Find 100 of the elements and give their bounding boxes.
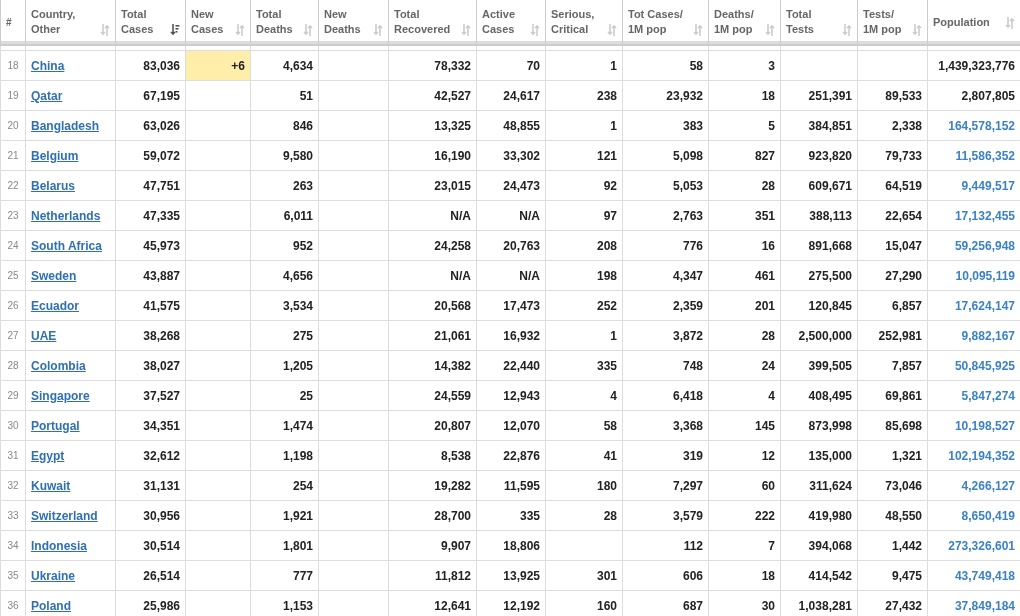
table-cell: 1,205 xyxy=(250,350,319,381)
table-cell: 38,268 xyxy=(115,320,186,351)
table-cell: 70 xyxy=(476,50,546,81)
table-cell: 25 xyxy=(250,380,319,411)
table-cell: 42,527 xyxy=(388,80,477,111)
table-cell: 85,698 xyxy=(857,410,928,441)
table-cell: 31,131 xyxy=(115,470,186,501)
sortable-column-header[interactable]: Total Cases xyxy=(115,0,186,45)
table-cell: 47,335 xyxy=(115,200,186,231)
table-cell: 22,654 xyxy=(857,200,928,231)
table-cell: 263 xyxy=(250,170,319,201)
table-cell: 5 xyxy=(708,110,781,141)
table-cell: 21,061 xyxy=(388,320,477,351)
table-cell: N/A xyxy=(476,200,546,231)
table-cell: 145 xyxy=(708,410,781,441)
table-cell: 120,845 xyxy=(780,290,858,321)
table-cell: 3,872 xyxy=(622,320,709,351)
table-cell: 47,751 xyxy=(115,170,186,201)
table-cell: 14,382 xyxy=(388,350,477,381)
sortable-column-header[interactable]: Tot Cases/ 1M pop xyxy=(622,0,709,45)
table-cell: 891,668 xyxy=(780,230,858,261)
table-cell: 461 xyxy=(708,260,781,291)
row-number: 18 xyxy=(0,50,26,81)
table-cell: 23,015 xyxy=(388,170,477,201)
sortable-column-header[interactable]: Deaths/ 1M pop xyxy=(708,0,781,45)
row-number: 19 xyxy=(0,80,26,111)
table-cell: 13,325 xyxy=(388,110,477,141)
table-cell: 399,505 xyxy=(780,350,858,381)
row-number: 23 xyxy=(0,200,26,231)
table-cell: 609,671 xyxy=(780,170,858,201)
table-cell: 923,820 xyxy=(780,140,858,171)
country-link[interactable]: China xyxy=(31,58,65,73)
table-cell: 351 xyxy=(708,200,781,231)
country-link[interactable]: Egypt xyxy=(31,448,65,463)
country-link[interactable]: Qatar xyxy=(31,88,63,103)
row-number: 30 xyxy=(0,410,26,441)
sortable-column-header[interactable]: Total Deaths xyxy=(250,0,319,45)
table-cell: 24,473 xyxy=(476,170,546,201)
table-cell: 198 xyxy=(545,260,623,291)
sortable-column-header[interactable]: Active Cases xyxy=(476,0,546,45)
table-cell: 7,297 xyxy=(622,470,709,501)
table-cell: 121 xyxy=(545,140,623,171)
table-cell: 20,763 xyxy=(476,230,546,261)
table-cell: 24,617 xyxy=(476,80,546,111)
sortable-column-header[interactable]: New Cases xyxy=(185,0,251,45)
table-cell: 112 xyxy=(622,530,709,561)
table-cell: 408,495 xyxy=(780,380,858,411)
sortable-column-header[interactable]: Country, Other xyxy=(25,0,116,45)
table-cell: 17,473 xyxy=(476,290,546,321)
table-cell: 78,332 xyxy=(388,50,477,81)
table-cell: 2,763 xyxy=(622,200,709,231)
table-cell: 34,351 xyxy=(115,410,186,441)
table-cell: 1 xyxy=(545,110,623,141)
table-cell: N/A xyxy=(388,260,477,291)
table-cell: 180 xyxy=(545,470,623,501)
table-cell: 222 xyxy=(708,500,781,531)
sortable-column-header[interactable]: New Deaths xyxy=(318,0,389,45)
table-cell: 4 xyxy=(545,380,623,411)
table-cell: 275 xyxy=(250,320,319,351)
table-cell: 388,113 xyxy=(780,200,858,231)
table-cell: 48,550 xyxy=(857,500,928,531)
table-cell: 311,624 xyxy=(780,470,858,501)
country-link[interactable]: UAE xyxy=(31,328,57,343)
table-cell: 748 xyxy=(622,350,709,381)
table-cell: 606 xyxy=(622,560,709,591)
row-number: 35 xyxy=(0,560,26,591)
table-cell: 6,011 xyxy=(250,200,319,231)
table-cell: 4,634 xyxy=(250,50,319,81)
table-cell: 24 xyxy=(708,350,781,381)
table-cell: 6,857 xyxy=(857,290,928,321)
table-cell: 6,418 xyxy=(622,380,709,411)
sortable-column-header[interactable]: Total Recovered xyxy=(388,0,477,45)
sortable-column-header[interactable]: Total Tests xyxy=(780,0,858,45)
row-number: 21 xyxy=(0,140,26,171)
table-cell: 4 xyxy=(708,380,781,411)
table-cell: 41 xyxy=(545,440,623,471)
sortable-column-header[interactable]: Tests/ 1M pop xyxy=(857,0,928,45)
table-cell: N/A xyxy=(476,260,546,291)
table-cell: 41,575 xyxy=(115,290,186,321)
new-cases-cell: +6 xyxy=(185,50,251,81)
table-cell: 846 xyxy=(250,110,319,141)
table-cell: 32,612 xyxy=(115,440,186,471)
table-cell: 63,026 xyxy=(115,110,186,141)
table-cell: 1,198 xyxy=(250,440,319,471)
table-cell: 251,391 xyxy=(780,80,858,111)
table-cell: 13,925 xyxy=(476,560,546,591)
table-cell: 1,442 xyxy=(857,530,928,561)
table-cell: 27,290 xyxy=(857,260,928,291)
table-cell: 16 xyxy=(708,230,781,261)
sortable-column-header[interactable]: Serious, Critical xyxy=(545,0,623,45)
table-cell: 15,047 xyxy=(857,230,928,261)
table-cell: 28 xyxy=(545,500,623,531)
table-cell: 69,861 xyxy=(857,380,928,411)
table-cell: 952 xyxy=(250,230,319,261)
table-cell: 67,195 xyxy=(115,80,186,111)
table-cell: 275,500 xyxy=(780,260,858,291)
table-cell: 20,568 xyxy=(388,290,477,321)
table-cell: 383 xyxy=(622,110,709,141)
table-cell: 5,053 xyxy=(622,170,709,201)
table-cell: 208 xyxy=(545,230,623,261)
